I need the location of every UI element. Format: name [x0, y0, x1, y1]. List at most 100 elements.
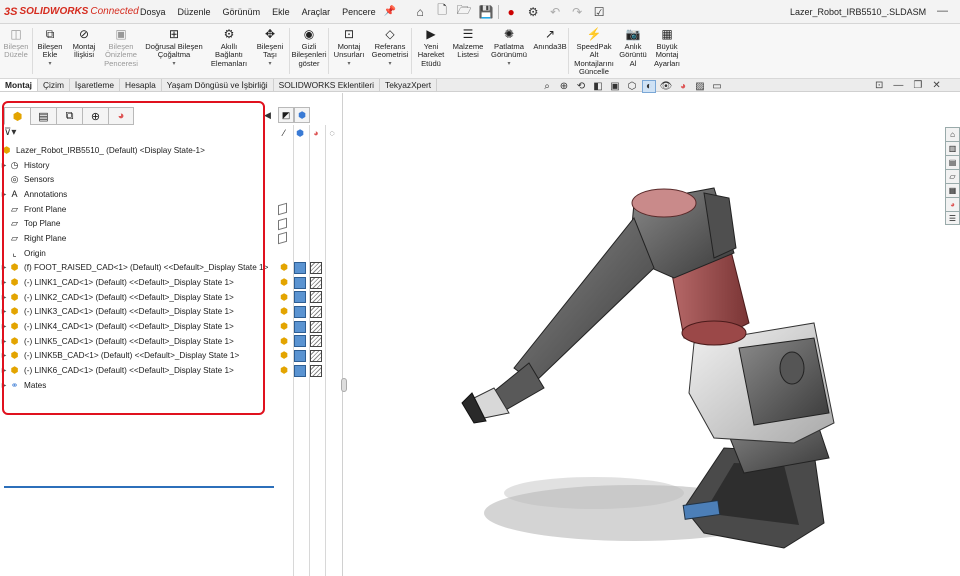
display-mode-icon[interactable]	[294, 305, 306, 318]
part-visibility-icon[interactable]: ⬢	[278, 277, 290, 289]
ribbon-button[interactable]: ☰ Malzeme Listesi	[450, 24, 486, 78]
display-mode-icon[interactable]	[294, 291, 306, 304]
hide-show-icon[interactable]: ⁄	[278, 127, 290, 139]
display-mode-icon[interactable]	[294, 261, 306, 274]
ribbon-button[interactable]: ↗ Anında3B	[532, 24, 568, 78]
view-orientation-icon[interactable]: ⬡	[625, 80, 639, 93]
ribbon-button[interactable]: ◇ Referans Geometrisi ▾	[369, 24, 411, 78]
tab-4[interactable]: Yaşam Döngüsü ve İşbirliği	[162, 79, 274, 91]
ribbon-button[interactable]: ▦ Büyük Montaj Ayarları	[647, 24, 687, 78]
rollback-bar[interactable]	[4, 486, 274, 488]
chevron-down-icon[interactable]: ▾	[507, 60, 510, 68]
ribbon-button[interactable]: ⚙ Akıllı Bağlantı Elemanları	[207, 24, 251, 78]
part-visibility-icon[interactable]: ⬢	[278, 262, 290, 274]
display-mode-icon[interactable]	[294, 320, 306, 333]
options-icon[interactable]: ⚙	[523, 3, 543, 21]
zoom-to-area-icon[interactable]: ⊕	[557, 80, 571, 93]
chevron-down-icon[interactable]: ▾	[172, 60, 175, 68]
chevron-down-icon[interactable]: ▾	[347, 60, 350, 68]
minimize-doc-icon[interactable]: —	[893, 80, 903, 91]
chevron-down-icon[interactable]: ▾	[268, 60, 271, 68]
tab-2[interactable]: İşaretleme	[70, 79, 121, 91]
save-icon[interactable]: 💾	[476, 3, 496, 21]
close-doc-icon[interactable]: ✕	[932, 80, 940, 91]
ribbon-button[interactable]: ✺ Patlatma Görünümü ▾	[486, 24, 532, 78]
part-visibility-icon[interactable]: ⬢	[278, 350, 290, 362]
ribbon-button[interactable]: ▶ Yeni Hareket Etüdü	[412, 24, 450, 78]
ribbon-button[interactable]: ◉ Gizli Bileşenleri göster	[290, 24, 328, 78]
appearance-icon[interactable]	[310, 276, 322, 289]
ribbon-button[interactable]: 📷 Anlık Görüntü Al	[619, 24, 647, 78]
solidworks-resources-icon[interactable]: ⌂	[945, 127, 960, 141]
apply-scene-icon[interactable]: ▨	[693, 80, 707, 93]
zoom-to-fit-icon[interactable]: ⌕	[540, 80, 554, 93]
part-visibility-icon[interactable]: ⬢	[278, 365, 290, 377]
ribbon-button[interactable]: ⧉ Bileşen Ekle ▾	[33, 24, 67, 78]
part-visibility-icon[interactable]: ⬢	[278, 306, 290, 318]
part-visibility-icon[interactable]: ⬢	[278, 321, 290, 333]
minimize-icon[interactable]: —	[937, 5, 948, 17]
part-visibility-icon[interactable]: ⬢	[278, 291, 290, 303]
design-library-icon[interactable]: ▥	[945, 141, 960, 155]
ribbon-button[interactable]: ▣ Bileşen Önizleme Penceresi	[101, 24, 141, 78]
display-mode-icon[interactable]	[294, 276, 306, 289]
hide-show-items-icon[interactable]: 👁	[659, 80, 673, 93]
undo-icon[interactable]: ↶	[545, 3, 565, 21]
view-settings-icon[interactable]: ▭	[710, 80, 724, 93]
display-mode-icon[interactable]: ⬢	[294, 127, 306, 139]
ribbon-button[interactable]: ⚡ SpeedPak Alt Montajlarını Güncelle	[569, 24, 619, 78]
menu-item[interactable]: Pencere	[336, 7, 382, 17]
appearances-scenes-icon[interactable]: ▦	[945, 183, 960, 197]
robot-arm[interactable]	[461, 217, 655, 424]
tab-5[interactable]: SOLIDWORKS Eklentileri	[274, 79, 381, 91]
ribbon-button[interactable]: ⊡ Montaj Unsurları ▾	[329, 24, 369, 78]
menu-item[interactable]: Araçlar	[296, 7, 337, 17]
display-mode-icon[interactable]	[294, 364, 306, 377]
appearance-icon[interactable]	[310, 291, 322, 304]
pin-icon[interactable]: 📌	[384, 6, 396, 17]
appearance-icon[interactable]: ◕	[310, 127, 322, 139]
hidden-plane-icon[interactable]	[278, 202, 287, 216]
previous-view-icon[interactable]: ⟲	[574, 80, 588, 93]
restore-icon[interactable]: ⊡	[875, 80, 883, 91]
redo-icon[interactable]: ↷	[567, 3, 587, 21]
transparency-icon[interactable]: ◌	[326, 127, 338, 139]
home-icon[interactable]: ⌂	[410, 3, 430, 21]
chevron-down-icon[interactable]: ▾	[48, 60, 51, 68]
chevron-down-icon[interactable]: ▾	[388, 60, 391, 68]
ribbon-button[interactable]: ✥ Bileşeni Taşı ▾	[251, 24, 289, 78]
part-visibility-icon[interactable]: ⬢	[278, 335, 290, 347]
maximize-doc-icon[interactable]: ❐	[913, 80, 922, 91]
hidden-plane-icon[interactable]	[278, 217, 287, 230]
appearance-icon[interactable]	[310, 305, 322, 318]
ribbon-button[interactable]: ◫ Bileşen Düzele	[0, 24, 32, 78]
open-icon[interactable]: 🗁	[454, 3, 474, 21]
edit-appearance-icon[interactable]: ◕	[676, 80, 690, 93]
task-list-icon[interactable]: ☰	[945, 211, 960, 225]
menu-item[interactable]: Düzenle	[172, 7, 217, 17]
display-mode-icon[interactable]	[294, 335, 306, 348]
appearance-icon[interactable]	[310, 364, 322, 377]
ribbon-button[interactable]: ⊞ Doğrusal Bileşen Çoğaltma ▾	[141, 24, 207, 78]
tab-3[interactable]: Hesapla	[120, 79, 162, 91]
appearance-tab-icon[interactable]: ⬢	[294, 107, 310, 123]
appearance-icon[interactable]	[310, 320, 322, 333]
custom-properties-icon[interactable]: ◕	[945, 197, 960, 211]
tab-0[interactable]: Montaj	[0, 79, 38, 91]
menu-item[interactable]: Görünüm	[217, 7, 267, 17]
appearance-icon[interactable]	[310, 349, 322, 362]
ribbon-button[interactable]: ⊘ Montaj İlişkisi	[67, 24, 101, 78]
display-pane-icon[interactable]: ◩	[278, 107, 294, 123]
collapse-panel-icon[interactable]: ◀	[264, 110, 271, 121]
graphics-area[interactable]	[344, 93, 944, 576]
section-view-icon[interactable]: ◧	[591, 80, 605, 93]
tab-1[interactable]: Çizim	[38, 79, 70, 91]
file-explorer-icon[interactable]: ▤	[945, 155, 960, 169]
checklist-icon[interactable]: ☑	[589, 3, 609, 21]
display-mode-icon[interactable]	[294, 349, 306, 362]
appearance-icon[interactable]	[310, 335, 322, 348]
view-palette-icon[interactable]: ▱	[945, 169, 960, 183]
traffic-light-icon[interactable]: ●	[501, 3, 521, 21]
new-icon[interactable]: 🗋	[432, 3, 452, 21]
appearance-icon[interactable]	[310, 261, 322, 274]
